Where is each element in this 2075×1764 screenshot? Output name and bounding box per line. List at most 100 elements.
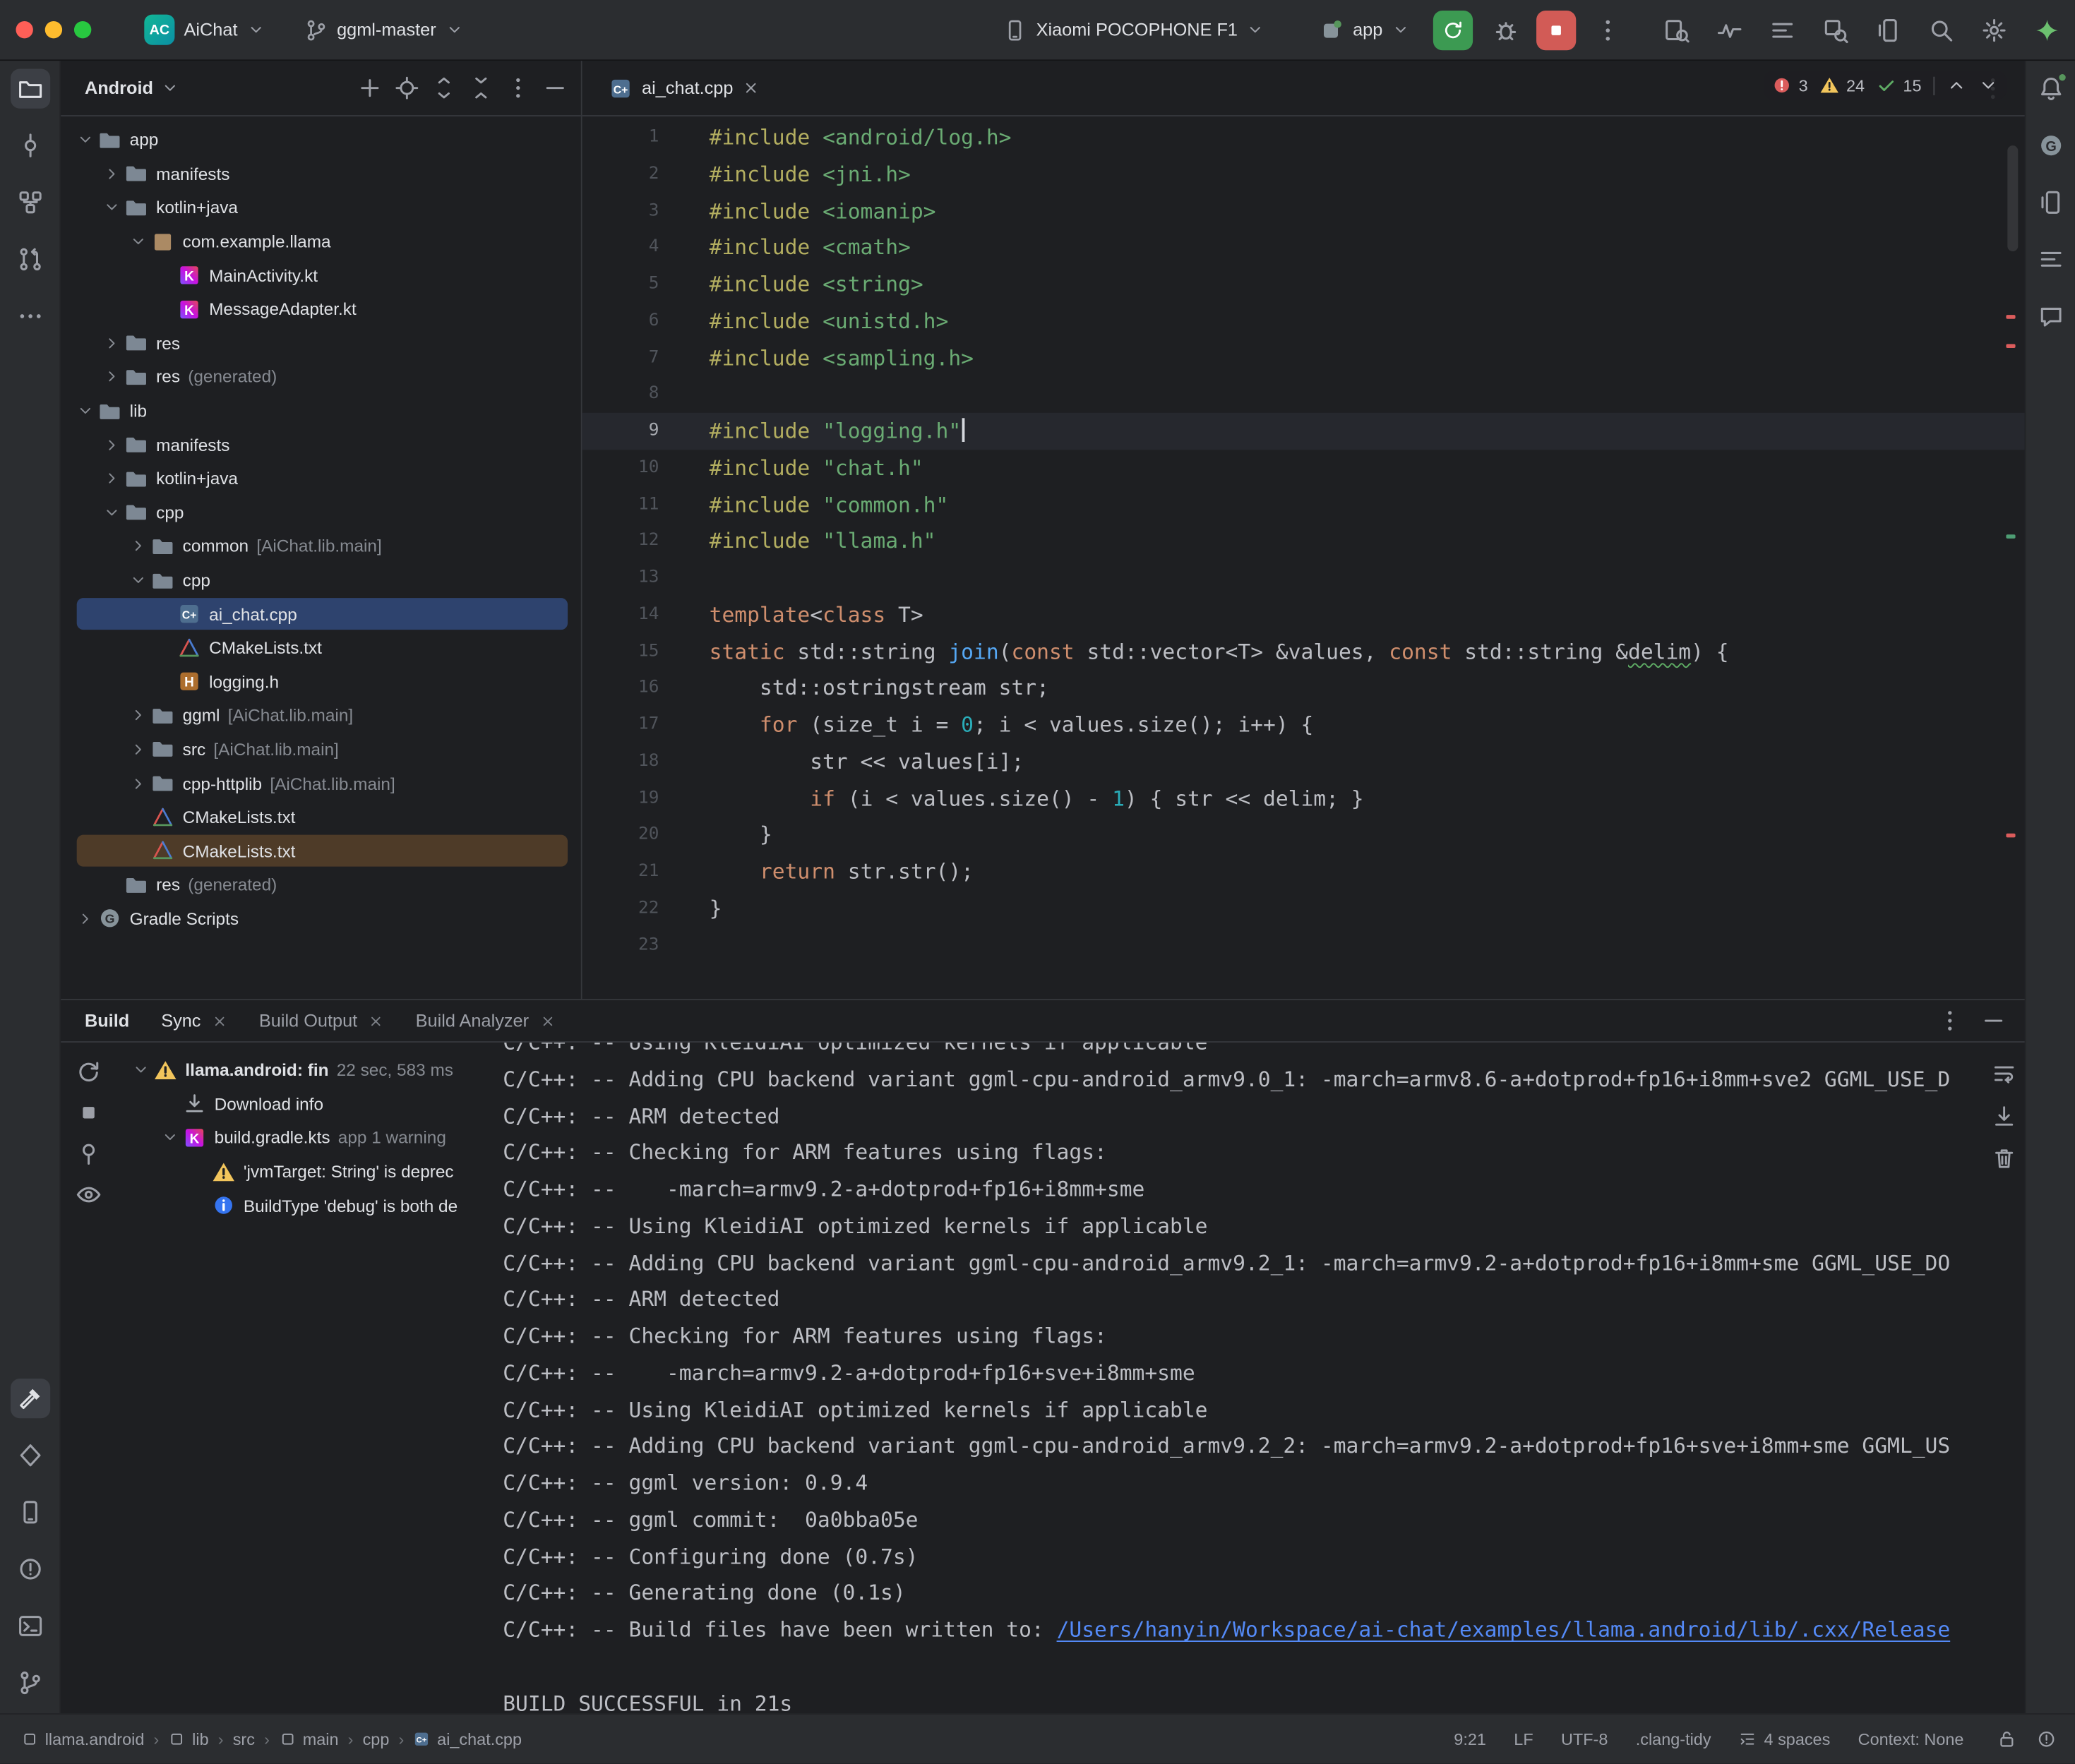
btree-item-buildtype-debug-is-both-de[interactable]: BuildType 'debug' is both de — [116, 1189, 490, 1223]
chevron-down-icon[interactable] — [127, 230, 150, 253]
logcat-tool-button[interactable] — [2031, 239, 2070, 279]
code-line[interactable]: 16 std::ostringstream str; — [582, 670, 2025, 707]
line-number[interactable]: 5 — [582, 266, 659, 303]
layout-inspector-button[interactable] — [1661, 15, 1691, 45]
code-line[interactable]: 6#include <unistd.h> — [582, 303, 2025, 340]
settings-button[interactable] — [1978, 15, 2009, 45]
editor-scrollbar[interactable] — [2007, 145, 2018, 251]
breadcrumb-item-ai-chat-cpp[interactable]: C+ai_chat.cpp — [413, 1730, 522, 1748]
tree-item-manifests[interactable]: manifests — [61, 428, 581, 462]
add-button[interactable] — [357, 76, 383, 101]
line-number[interactable]: 18 — [582, 743, 659, 780]
tree-item-src[interactable]: src[AiChat.lib.main] — [61, 733, 581, 767]
ide-errors-button[interactable] — [2037, 1729, 2057, 1749]
tree-item-res[interactable]: res(generated) — [61, 868, 581, 902]
re-sync-button[interactable] — [76, 1058, 102, 1084]
code-line[interactable]: 19 if (i < values.size() - 1) { str << d… — [582, 780, 2025, 817]
tree-item-manifests[interactable]: manifests — [61, 157, 581, 191]
close-icon[interactable] — [539, 1013, 555, 1028]
btree-item-jvmtarget-string-is-deprec[interactable]: 'jvmTarget: String' is deprec — [116, 1155, 490, 1189]
btree-item-build-gradle-kts[interactable]: Kbuild.gradle.ktsapp 1 warning — [116, 1121, 490, 1155]
inspections-widget[interactable]: 3 24 15 — [1764, 71, 2007, 99]
select-opened-file-button[interactable] — [395, 76, 420, 101]
search-everywhere-button[interactable] — [1925, 15, 1956, 45]
statusbar-clang-tidy[interactable]: .clang-tidy — [1636, 1730, 1711, 1748]
chevron-right-icon[interactable] — [127, 738, 150, 761]
chevron-right-icon[interactable] — [100, 332, 123, 354]
project-tool-button[interactable] — [10, 68, 49, 108]
device-manager-tool-button[interactable] — [2031, 183, 2070, 222]
tree-item-kotlin-java[interactable]: kotlin+java — [61, 462, 581, 496]
tree-item-mainactivity-kt[interactable]: KMainActivity.kt — [61, 258, 581, 292]
statusbar-context[interactable]: Context: None — [1858, 1730, 1964, 1748]
debug-button[interactable] — [1493, 16, 1519, 42]
device-manager-button[interactable] — [1872, 15, 1903, 45]
tree-item-cpp-httplib[interactable]: cpp-httplib[AiChat.lib.main] — [61, 767, 581, 800]
profiler-button[interactable] — [1714, 15, 1744, 45]
chevron-down-icon[interactable] — [130, 1059, 153, 1081]
rerun-button[interactable] — [1433, 10, 1473, 49]
hide-panel-button[interactable] — [542, 76, 568, 101]
chevron-down-icon[interactable] — [74, 400, 97, 422]
code-line[interactable]: 9#include "logging.h" — [582, 413, 2025, 450]
breadcrumb-item-cpp[interactable]: cpp — [363, 1730, 390, 1748]
line-number[interactable]: 14 — [582, 596, 659, 633]
device-selector[interactable]: Xiaomi POCOPHONE F1 — [993, 13, 1275, 47]
line-number[interactable]: 3 — [582, 193, 659, 229]
line-number[interactable]: 9 — [582, 413, 659, 450]
project-view-selector[interactable]: Android — [85, 78, 179, 98]
tree-item-cpp[interactable]: cpp — [61, 496, 581, 529]
tree-item-cmakelists-txt[interactable]: CMakeLists.txt — [61, 800, 581, 834]
build-tab-sync[interactable]: Sync — [161, 1000, 227, 1041]
chevron-right-icon[interactable] — [127, 772, 150, 795]
line-number[interactable]: 10 — [582, 450, 659, 486]
tree-item-res[interactable]: res(generated) — [61, 360, 581, 394]
line-number[interactable]: 6 — [582, 303, 659, 340]
code-line[interactable]: 11#include "common.h" — [582, 486, 2025, 523]
line-number[interactable]: 22 — [582, 890, 659, 927]
code-area[interactable]: 1#include <android/log.h>2#include <jni.… — [582, 116, 2025, 999]
line-number[interactable]: 13 — [582, 560, 659, 596]
stop-button[interactable] — [76, 1100, 102, 1126]
code-line[interactable]: 7#include <sampling.h> — [582, 340, 2025, 376]
close-tab-icon[interactable] — [743, 79, 760, 96]
run-config-selector[interactable]: app — [1309, 13, 1420, 47]
structure-tool-button[interactable] — [10, 183, 49, 222]
line-number[interactable]: 1 — [582, 119, 659, 156]
more-options-button[interactable] — [506, 76, 531, 101]
collapse-all-button[interactable] — [469, 76, 494, 101]
code-line[interactable]: 2#include <jni.h> — [582, 156, 2025, 193]
soft-wrap-button[interactable] — [1992, 1061, 2017, 1086]
line-number[interactable]: 23 — [582, 927, 659, 964]
chevron-right-icon[interactable] — [74, 908, 97, 930]
branch-widget[interactable]: ggml-master — [293, 13, 473, 47]
tree-item-com-example-llama[interactable]: com.example.llama — [61, 224, 581, 258]
statusbar-line-separator[interactable]: LF — [1514, 1730, 1533, 1748]
code-line[interactable]: 3#include <iomanip> — [582, 193, 2025, 229]
build-tab-build-analyzer[interactable]: Build Analyzer — [416, 1000, 556, 1041]
more-options-button[interactable] — [1937, 1008, 1963, 1033]
statusbar-file-encoding[interactable]: UTF-8 — [1561, 1730, 1608, 1748]
btree-item-llama-android-fin[interactable]: llama.android: fin22 sec, 583 ms — [116, 1053, 490, 1087]
tree-item-ai-chat-cpp[interactable]: C+ai_chat.cpp — [61, 597, 581, 631]
chevron-right-icon[interactable] — [100, 366, 123, 388]
more-run-options-button[interactable] — [1594, 16, 1620, 42]
line-number[interactable]: 16 — [582, 670, 659, 707]
prev-problem-button[interactable] — [1947, 76, 1966, 95]
zoom-window-button[interactable] — [74, 21, 91, 38]
line-number[interactable]: 20 — [582, 817, 659, 853]
code-line[interactable]: 22} — [582, 890, 2025, 927]
commit-tool-button[interactable] — [10, 126, 49, 165]
statusbar-caret-position[interactable]: 9:21 — [1454, 1730, 1486, 1748]
assistant-tool-button[interactable] — [2031, 296, 2070, 336]
build-tool-button[interactable] — [10, 1379, 49, 1418]
tree-item-res[interactable]: res — [61, 326, 581, 360]
chevron-down-icon[interactable] — [100, 501, 123, 524]
scroll-to-end-button[interactable] — [1992, 1103, 2017, 1129]
minimize-window-button[interactable] — [45, 21, 62, 38]
terminal-tool-button[interactable] — [10, 1606, 49, 1645]
close-icon[interactable] — [211, 1013, 227, 1028]
code-line[interactable]: 10#include "chat.h" — [582, 450, 2025, 486]
code-line[interactable]: 4#include <cmath> — [582, 229, 2025, 266]
app-inspection-button[interactable] — [1819, 15, 1850, 45]
